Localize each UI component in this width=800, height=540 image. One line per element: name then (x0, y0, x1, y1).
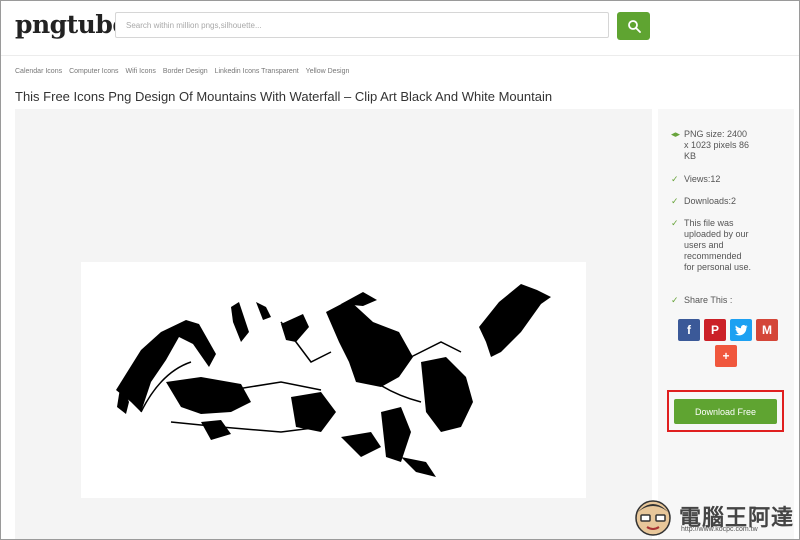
tag-link[interactable]: Calendar Icons (15, 68, 62, 75)
info-note: ✓ This file was uploaded by our users an… (671, 218, 754, 273)
search-input[interactable] (115, 12, 609, 38)
note-text: This file was uploaded by our users and … (684, 218, 752, 272)
check-icon: ✓ (671, 174, 679, 184)
pinterest-share-button[interactable]: P (704, 319, 726, 341)
share-label: Share This : (684, 295, 733, 305)
image-canvas (81, 262, 586, 498)
site-logo[interactable]: pngtube (15, 10, 128, 39)
resize-icon: ◂▸ (671, 129, 681, 139)
tag-link[interactable]: Linkedin Icons Transparent (215, 68, 299, 75)
page-frame: pngtube Calendar Icons Computer Icons Wi… (0, 0, 800, 540)
info-size: ◂▸ PNG size: 2400 x 1023 pixels 86 KB (671, 129, 754, 162)
mountain-illustration (116, 284, 551, 477)
top-bar: pngtube (1, 1, 799, 56)
size-text: PNG size: 2400 x 1023 pixels 86 KB (684, 129, 750, 161)
info-views: ✓ Views:12 (671, 174, 754, 185)
gmail-share-button[interactable]: M (756, 319, 778, 341)
downloads-text: Downloads:2 (684, 196, 737, 206)
facebook-share-button[interactable]: f (678, 319, 700, 341)
download-highlight-box: Download Free (667, 390, 784, 432)
check-icon: ✓ (671, 295, 679, 305)
gmail-icon: M (762, 323, 772, 337)
check-icon: ✓ (671, 218, 679, 228)
more-share-button[interactable]: + (715, 345, 737, 367)
page-title: This Free Icons Png Design Of Mountains … (15, 89, 553, 104)
download-free-button[interactable]: Download Free (674, 399, 777, 424)
info-share: ✓ Share This : (671, 295, 754, 306)
file-info-sidebar: ◂▸ PNG size: 2400 x 1023 pixels 86 KB ✓ … (658, 109, 794, 539)
image-preview-panel (15, 109, 652, 539)
twitter-icon (734, 324, 747, 335)
share-buttons: f P M (678, 319, 778, 341)
mascot-icon (635, 500, 671, 536)
search-icon (627, 20, 641, 33)
facebook-icon: f (687, 323, 691, 337)
views-text: Views:12 (684, 174, 721, 184)
check-icon: ✓ (671, 196, 679, 206)
info-downloads: ✓ Downloads:2 (671, 196, 754, 207)
tag-list: Calendar Icons Computer Icons Wifi Icons… (15, 68, 349, 75)
pinterest-icon: P (710, 323, 719, 337)
share-buttons-more: + (715, 345, 737, 367)
plus-icon: + (722, 349, 730, 363)
watermark-url: http://www.kocpc.com.tw (681, 526, 758, 533)
tag-link[interactable]: Computer Icons (69, 68, 118, 75)
tag-link[interactable]: Yellow Design (306, 68, 350, 75)
search-button[interactable] (617, 12, 650, 40)
tag-link[interactable]: Border Design (163, 68, 208, 75)
twitter-share-button[interactable] (730, 319, 752, 341)
tag-link[interactable]: Wifi Icons (126, 68, 156, 75)
